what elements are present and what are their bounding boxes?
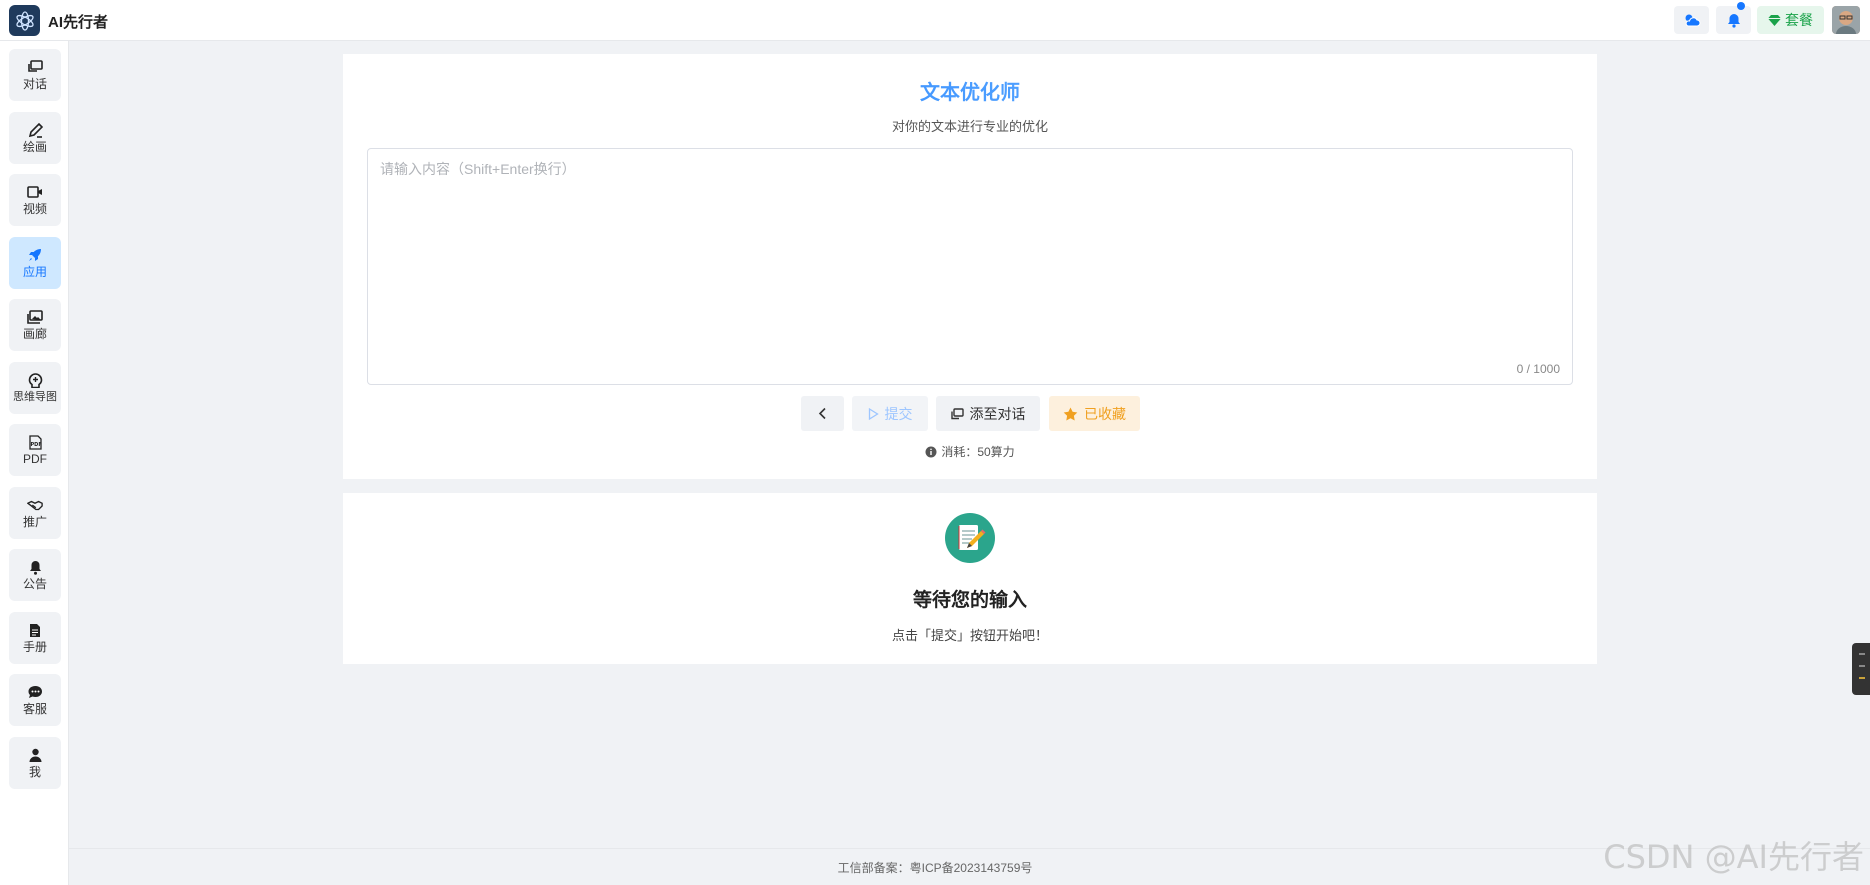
sidebar-item-draw[interactable]: 绘画 <box>9 112 61 164</box>
add-label: 添至对话 <box>969 405 1026 422</box>
sidebar-item-label: 我 <box>28 765 41 779</box>
submit-button[interactable]: 提交 <box>852 396 928 431</box>
favorite-button[interactable]: 已收藏 <box>1049 396 1140 431</box>
cost-info: 消耗：50算力 <box>343 443 1597 460</box>
tool-panel: 文本优化师 对你的文本进行专业的优化 请输入内容（Shift+Enter换行） … <box>343 54 1597 479</box>
sidebar-item-announcements[interactable]: 公告 <box>9 549 61 601</box>
top-header: AI先行者 套餐 <box>0 0 1870 41</box>
submit-label: 提交 <box>884 405 913 422</box>
app-name: AI先行者 <box>48 14 109 31</box>
back-button[interactable] <box>801 396 844 431</box>
sidebar-item-label: 公告 <box>22 577 47 591</box>
sidebar-item-label: 手册 <box>22 640 47 654</box>
cloud-sun-icon <box>1685 14 1700 27</box>
sidebar-item-support[interactable]: 客服 <box>9 674 61 726</box>
sidebar-item-me[interactable]: 我 <box>9 737 61 789</box>
page-title: 文本优化师 <box>343 76 1597 105</box>
bell-icon <box>27 559 43 575</box>
play-icon <box>868 407 879 420</box>
watermark: CSDN @AI先行者 <box>1603 838 1864 876</box>
floating-side-handle[interactable] <box>1852 643 1870 695</box>
info-icon <box>925 446 937 457</box>
sidebar: 对话 绘画 视频 应用 画廊 思维导图 PDF PDF 推广 公告 手册 客服 … <box>0 41 69 885</box>
plan-button[interactable]: 套餐 <box>1757 6 1824 34</box>
sidebar-item-mindmap[interactable]: 思维导图 <box>9 362 61 414</box>
avatar[interactable] <box>1832 6 1860 34</box>
svg-text:PDF: PDF <box>30 442 41 448</box>
sidebar-item-video[interactable]: 视频 <box>9 174 61 226</box>
sidebar-item-chat[interactable]: 对话 <box>9 49 61 101</box>
logo-icon[interactable] <box>9 5 40 36</box>
handshake-icon <box>27 497 43 513</box>
icp-record-link[interactable]: 工信部备案：粤ICP备2023143759号 <box>0 859 1870 876</box>
sidebar-item-label: 对话 <box>22 77 47 91</box>
content-input[interactable]: 请输入内容（Shift+Enter换行） 0 / 1000 <box>367 148 1573 385</box>
pdf-file-icon: PDF <box>27 434 43 450</box>
footer: 工信部备案：粤ICP备2023143759号 <box>69 848 1870 885</box>
sidebar-item-label: PDF <box>23 452 47 466</box>
sidebar-item-label: 画廊 <box>22 327 47 341</box>
add-to-chat-button[interactable]: 添至对话 <box>936 396 1040 431</box>
sidebar-item-label: 绘画 <box>22 140 47 154</box>
memo-icon <box>945 513 995 563</box>
page-subtitle: 对你的文本进行专业的优化 <box>891 119 1048 134</box>
input-placeholder: 请输入内容（Shift+Enter换行） <box>380 161 576 177</box>
rocket-icon <box>27 247 43 263</box>
result-panel: 等待您的输入 点击「提交」按钮开始吧！ <box>343 493 1597 664</box>
waiting-title: 等待您的输入 <box>912 590 1027 611</box>
chat-bubble-icon <box>27 684 43 700</box>
sidebar-item-gallery[interactable]: 画廊 <box>9 299 61 351</box>
video-icon <box>27 184 43 200</box>
favorite-label: 已收藏 <box>1084 405 1126 422</box>
sidebar-item-apps[interactable]: 应用 <box>9 237 61 289</box>
diamond-icon <box>1768 14 1781 26</box>
sidebar-item-label: 应用 <box>22 265 47 279</box>
brain-icon <box>27 372 43 388</box>
sidebar-item-promote[interactable]: 推广 <box>9 487 61 539</box>
chat-icon <box>950 407 964 419</box>
cost-text: 消耗：50算力 <box>941 445 1015 459</box>
char-counter: 0 / 1000 <box>1516 362 1560 376</box>
chat-icon <box>27 59 43 75</box>
star-icon <box>1063 407 1078 420</box>
document-icon <box>27 622 43 638</box>
notification-dot <box>1737 2 1745 10</box>
images-icon <box>27 309 43 325</box>
weather-button[interactable] <box>1674 6 1709 34</box>
sidebar-item-label: 视频 <box>22 202 47 216</box>
plan-label: 套餐 <box>1785 12 1813 28</box>
bell-icon <box>1727 13 1740 28</box>
sidebar-item-label: 推广 <box>22 515 47 529</box>
waiting-subtitle: 点击「提交」按钮开始吧！ <box>891 628 1048 643</box>
chevron-left-icon <box>818 407 826 420</box>
sidebar-item-manual[interactable]: 手册 <box>9 612 61 664</box>
sidebar-item-pdf[interactable]: PDF PDF <box>9 424 61 476</box>
pencil-icon <box>27 122 43 138</box>
sidebar-item-label: 思维导图 <box>13 391 57 403</box>
user-icon <box>27 747 43 763</box>
notification-button[interactable] <box>1716 2 1751 34</box>
sidebar-item-label: 客服 <box>22 702 47 716</box>
